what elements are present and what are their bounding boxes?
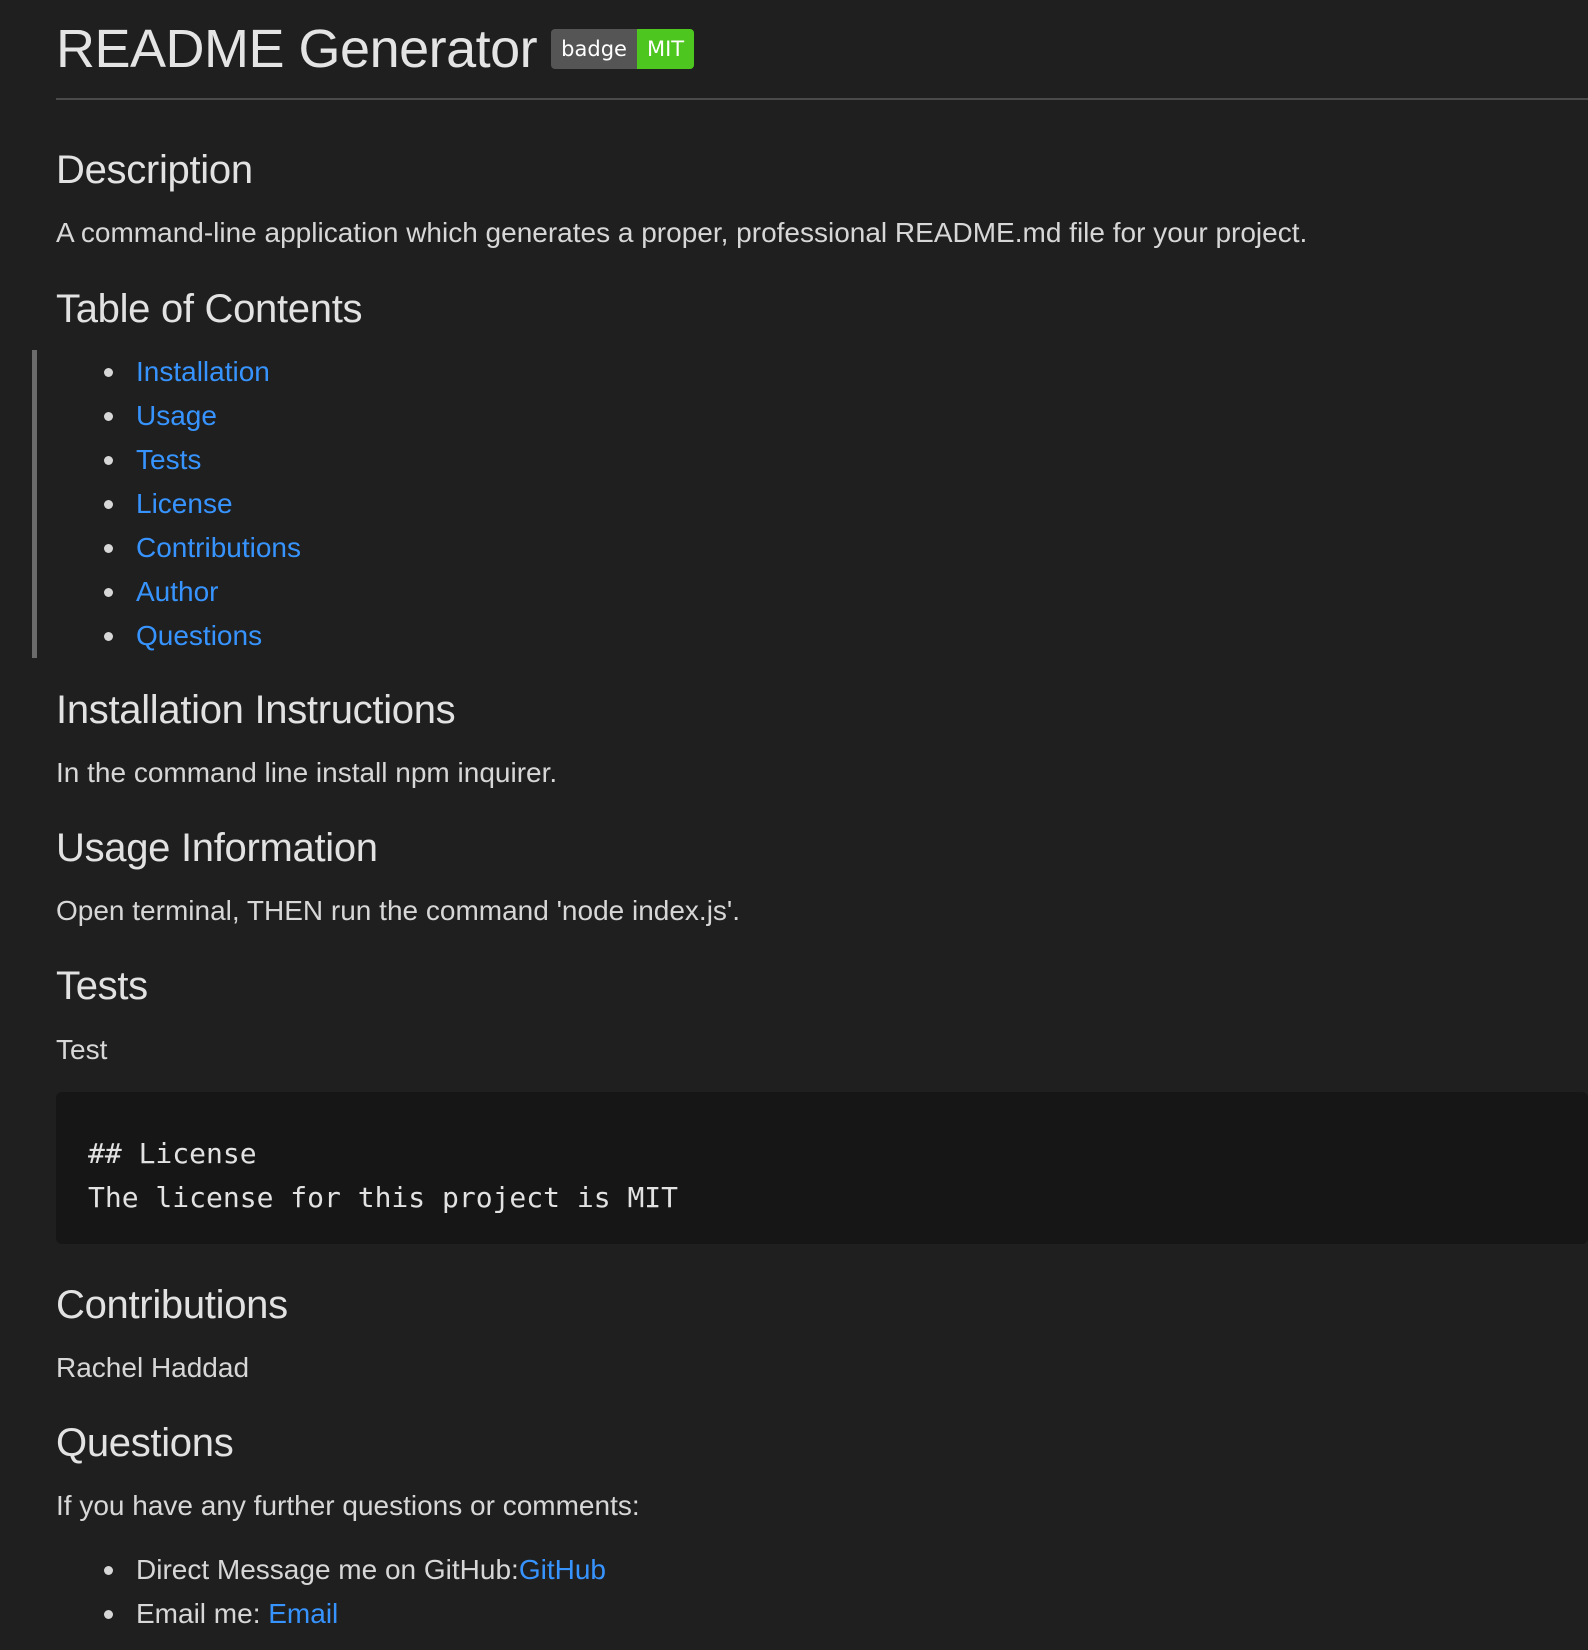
toc-item: License xyxy=(56,482,301,526)
toc-item: Usage xyxy=(56,394,301,438)
toc-item: Installation xyxy=(56,350,301,394)
contact-list: Direct Message me on GitHub:GitHub Email… xyxy=(56,1548,606,1636)
contact-github-prefix: Direct Message me on GitHub: xyxy=(136,1554,519,1585)
title-row: README Generator badge MIT xyxy=(56,0,1588,100)
questions-heading: Questions xyxy=(56,1421,234,1465)
contact-item-email: Email me: Email xyxy=(56,1592,606,1636)
toc-quote-bar xyxy=(32,350,37,658)
toc-item: Author xyxy=(56,570,301,614)
tests-text: Test xyxy=(56,1034,108,1065)
readme-preview: README Generator badge MIT Description A… xyxy=(56,0,1588,1629)
github-link[interactable]: GitHub xyxy=(519,1554,606,1585)
usage-text: Open terminal, THEN run the command 'nod… xyxy=(56,895,741,926)
installation-heading: Installation Instructions xyxy=(56,688,456,732)
toc-link-contributions[interactable]: Contributions xyxy=(136,532,301,563)
code-line: The license for this project is MIT xyxy=(88,1181,679,1214)
badge-value: MIT xyxy=(636,29,695,69)
toc-link-tests[interactable]: Tests xyxy=(136,444,201,475)
installation-text: In the command line install npm inquirer… xyxy=(56,757,558,788)
toc-item: Tests xyxy=(56,438,301,482)
questions-text: If you have any further questions or com… xyxy=(56,1490,640,1521)
page-title: README Generator xyxy=(56,19,538,79)
contact-email-prefix: Email me: xyxy=(136,1598,269,1629)
badge-label: badge xyxy=(551,29,637,69)
description-text: A command-line application which generat… xyxy=(56,217,1308,248)
contact-item-github: Direct Message me on GitHub:GitHub xyxy=(56,1548,606,1592)
contributions-heading: Contributions xyxy=(56,1283,288,1327)
toc-item: Questions xyxy=(56,614,301,658)
email-link[interactable]: Email xyxy=(268,1598,338,1629)
license-badge[interactable]: badge MIT xyxy=(551,29,695,69)
contributions-text: Rachel Haddad xyxy=(56,1352,250,1383)
toc-item: Contributions xyxy=(56,526,301,570)
description-heading: Description xyxy=(56,148,253,192)
toc-list: Installation Usage Tests License Contrib… xyxy=(56,350,301,658)
toc-link-questions[interactable]: Questions xyxy=(136,620,262,651)
toc-link-author[interactable]: Author xyxy=(136,576,219,607)
toc-link-installation[interactable]: Installation xyxy=(136,356,270,387)
code-block: ## License The license for this project … xyxy=(56,1092,1588,1244)
toc-link-usage[interactable]: Usage xyxy=(136,400,217,431)
toc-heading: Table of Contents xyxy=(56,287,363,331)
usage-heading: Usage Information xyxy=(56,826,378,870)
code-line: ## License xyxy=(88,1137,257,1170)
toc-link-license[interactable]: License xyxy=(136,488,233,519)
tests-heading: Tests xyxy=(56,964,148,1008)
